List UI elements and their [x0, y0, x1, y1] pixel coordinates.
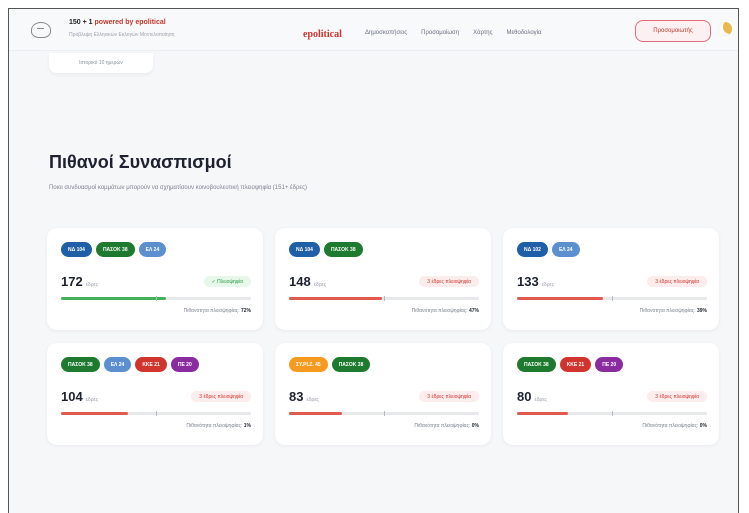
majority-status-badge: 3 έδρες πλειοψηφία	[419, 276, 479, 287]
party-chips: ΝΔ 104 ΠΑΣΟΚ 38 ΕΛ 24	[61, 242, 167, 257]
party-chip: ΚΚΕ 21	[135, 357, 167, 372]
seat-progress-fill	[61, 297, 166, 300]
party-chip: ΕΛ 24	[103, 357, 132, 372]
brand-title-text: 150 + 1	[69, 19, 93, 26]
party-chips: ΝΔ 104 ΠΑΣΟΚ 38	[289, 242, 363, 257]
majority-status-badge: 3 έδρες πλειοψηφία	[647, 391, 707, 402]
seat-total: 83 έδρες	[289, 389, 319, 404]
coalition-card[interactable]: ΝΔ 104 ΠΑΣΟΚ 38 148 έδρες 3 έδρες πλειοψηφία…	[275, 228, 491, 330]
party-chips: ΝΔ 102 ΕΛ 24	[517, 242, 580, 257]
coalition-card[interactable]: ΝΔ 102 ΕΛ 24 133 έδρες 3 έδρες πλειοψηφία Πιθ…	[503, 228, 719, 330]
party-chip: ΠΑΣΟΚ 38	[331, 357, 371, 372]
seat-progress-fill	[289, 412, 343, 415]
seat-unit: έδρες	[85, 397, 99, 403]
seat-progress-fill	[517, 297, 603, 300]
browser-viewport: 150 + 1 powered by epolitical Πρόβλεψη Ε…	[8, 8, 739, 513]
moon-icon[interactable]	[718, 22, 732, 36]
majority-threshold-tick	[384, 411, 385, 416]
party-chips: ΣΥ.ΡΙ.Ζ. 45 ΠΑΣΟΚ 38	[289, 357, 371, 372]
seat-unit: έδρες	[306, 397, 319, 403]
seat-progress-bar	[61, 411, 251, 416]
party-chip: ΝΔ 104	[289, 242, 320, 257]
seat-total: 172 έδρες	[61, 274, 99, 289]
seat-progress-bar	[289, 411, 479, 416]
brand-title[interactable]: 150 + 1 powered by epolitical	[69, 19, 166, 26]
brand-title-sub: powered by epolitical	[94, 19, 166, 26]
majority-threshold-tick	[612, 411, 613, 416]
seat-progress-bar	[517, 411, 707, 416]
majority-probability: Πιθανότητα πλειοψηφίας: 39%	[639, 308, 707, 314]
majority-probability: Πιθανότητα πλειοψηφίας: 0%	[414, 423, 479, 429]
majority-probability: Πιθανότητα πλειοψηφίας: 72%	[183, 308, 251, 314]
logo-icon[interactable]	[31, 22, 51, 38]
coalition-card[interactable]: ΠΑΣΟΚ 38 ΕΛ 24 ΚΚΕ 21 ΠΕ 20 104 έδρες 3 έδρες …	[47, 343, 263, 445]
nav-link-simulation[interactable]: Προσομοίωση	[421, 30, 459, 36]
seat-total: 148 έδρες	[289, 274, 327, 289]
nav-link-methodology[interactable]: Μεθοδολογία	[507, 30, 542, 36]
seat-progress-fill	[61, 412, 128, 415]
simulator-button[interactable]: Προσομοιωτής	[635, 20, 711, 42]
nav-links: Δημοσκοπήσεις Προσομοίωση Χάρτης Μεθοδολ…	[365, 30, 541, 36]
party-chip: ΠΕ 20	[595, 357, 624, 372]
majority-status-badge: ✓ Πλειοψηφία	[203, 276, 251, 287]
party-chip: ΠΑΣΟΚ 38	[61, 357, 100, 372]
coalition-card[interactable]: ΠΑΣΟΚ 38 ΚΚΕ 21 ΠΕ 20 80 έδρες 3 έδρες πλειοψ…	[503, 343, 719, 445]
nav-brand-link[interactable]: epolitical	[303, 29, 342, 40]
party-chip: ΝΔ 104	[61, 242, 92, 257]
seat-unit: έδρες	[313, 282, 327, 288]
section-title: Πιθανοί Συνασπισμοί	[49, 152, 232, 172]
party-chip: ΠΑΣΟΚ 38	[95, 242, 135, 257]
seat-unit: έδρες	[541, 282, 555, 288]
party-chip: ΝΔ 102	[517, 242, 548, 257]
majority-threshold-tick	[384, 296, 385, 301]
top-navigation-bar: 150 + 1 powered by epolitical Πρόβλεψη Ε…	[9, 9, 738, 51]
party-chip: ΚΚΕ 21	[559, 357, 592, 372]
seat-progress-fill	[289, 297, 383, 300]
party-chips: ΠΑΣΟΚ 38 ΕΛ 24 ΚΚΕ 21 ΠΕ 20	[61, 357, 199, 372]
party-chip: ΕΛ 24	[138, 242, 167, 257]
history-pill[interactable]: Ιστορικό 10 ημερών	[49, 53, 153, 73]
seat-total: 104 έδρες	[61, 389, 99, 404]
majority-status-badge: 3 έδρες πλειοψηφία	[191, 391, 251, 402]
majority-probability: Πιθανότητα πλειοψηφίας: 0%	[642, 423, 707, 429]
majority-probability: Πιθανότητα πλειοψηφίας: 47%	[411, 308, 479, 314]
party-chip: ΠΑΣΟΚ 38	[517, 357, 556, 372]
seat-unit: έδρες	[85, 282, 99, 288]
coalition-card[interactable]: ΝΔ 104 ΠΑΣΟΚ 38 ΕΛ 24 172 έδρες ✓ Πλειοψηφία Π…	[47, 228, 263, 330]
nav-link-polls[interactable]: Δημοσκοπήσεις	[365, 30, 407, 36]
majority-threshold-tick	[156, 411, 157, 416]
coalition-card[interactable]: ΣΥ.ΡΙ.Ζ. 45 ΠΑΣΟΚ 38 83 έδρες 3 έδρες πλειοψ…	[275, 343, 491, 445]
seat-progress-bar	[61, 296, 251, 301]
majority-status-badge: 3 έδρες πλειοψηφία	[647, 276, 707, 287]
party-chip: ΣΥ.ΡΙ.Ζ. 45	[289, 357, 328, 372]
section-description: Ποιοι συνδυασμοί κομμάτων μπορούν να σχη…	[49, 185, 307, 191]
seat-progress-fill	[517, 412, 569, 415]
party-chip: ΕΛ 24	[551, 242, 580, 257]
majority-probability: Πιθανότητα πλειοψηφίας: 1%	[186, 423, 251, 429]
party-chips: ΠΑΣΟΚ 38 ΚΚΕ 21 ΠΕ 20	[517, 357, 624, 372]
seat-unit: έδρες	[534, 397, 547, 403]
majority-status-badge: 3 έδρες πλειοψηφία	[419, 391, 479, 402]
party-chip: ΠΕ 20	[170, 357, 199, 372]
seat-total: 80 έδρες	[517, 389, 547, 404]
nav-link-map[interactable]: Χάρτης	[473, 30, 492, 36]
seat-progress-bar	[289, 296, 479, 301]
seat-progress-bar	[517, 296, 707, 301]
seat-total: 133 έδρες	[517, 274, 555, 289]
brand-subtitle: Πρόβλεψη Ελληνικών Εκλογών Μοντελοποίηση	[69, 32, 175, 38]
party-chip: ΠΑΣΟΚ 38	[323, 242, 363, 257]
majority-threshold-tick	[612, 296, 613, 301]
majority-threshold-tick	[156, 296, 157, 301]
